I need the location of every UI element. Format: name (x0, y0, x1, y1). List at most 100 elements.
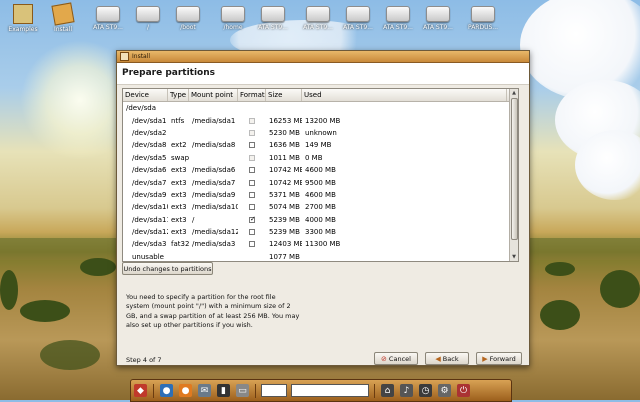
column-header-used[interactable]: Used (302, 89, 507, 101)
cell-used: 0 MB (305, 153, 323, 162)
format-checkbox[interactable] (249, 191, 255, 198)
cell-size: 5239 MB (269, 215, 300, 224)
cell-mount-point: /media/sda7 (192, 178, 236, 187)
cell-type: ext3 (171, 228, 187, 237)
format-checkbox[interactable] (249, 179, 255, 186)
column-header-device[interactable]: Device (123, 89, 168, 101)
hard-drive-icon (471, 6, 495, 22)
format-checkbox[interactable] (249, 216, 256, 223)
terminal-icon[interactable]: ▮ (217, 384, 230, 397)
cell-device: /dev/sda11 (132, 215, 168, 224)
desktop-icon[interactable]: ATA ST9... (415, 4, 461, 31)
table-row[interactable]: /dev/sda (123, 102, 518, 114)
power-icon[interactable]: ⏻ (457, 384, 470, 397)
table-scrollbar[interactable]: ▲ ▼ (509, 89, 518, 261)
format-checkbox[interactable] (249, 142, 255, 149)
back-arrow-icon: ◀ (435, 354, 441, 363)
settings-icon[interactable]: ⚙ (438, 384, 451, 397)
cancel-button[interactable]: ⊘ Cancel (374, 352, 418, 365)
cell-size: 5239 MB (269, 228, 300, 237)
table-row[interactable]: unusable 1077 MB (123, 251, 518, 261)
desktop-icon[interactable]: /boot (165, 4, 211, 31)
scroll-up-arrow-icon[interactable]: ▲ (510, 89, 518, 97)
cancel-label: Cancel (388, 354, 411, 363)
cell-device: /dev/sda9 (132, 190, 167, 199)
desktop-icon[interactable]: ATA ST9... (250, 4, 296, 31)
cloud (575, 130, 640, 200)
table-row[interactable]: /dev/sda8 ext2/media/sda8 1636 MB 149 MB (123, 139, 518, 151)
forward-button[interactable]: ▶ Forward (476, 352, 522, 365)
folder-icon (13, 4, 33, 24)
network-icon[interactable]: ⌂ (381, 384, 394, 397)
cell-mount-point: /media/sda1 (192, 116, 236, 125)
cell-type: ext3 (171, 178, 187, 187)
column-header-size[interactable]: Size (266, 89, 302, 101)
format-checkbox[interactable] (249, 167, 255, 174)
cell-used: unknown (305, 128, 337, 137)
table-body: /dev/sda/dev/sda1 ntfs/media/sda1 16253 MB… (123, 102, 518, 261)
browser-icon[interactable]: ● (160, 384, 173, 397)
undo-changes-label: Undo changes to partitions (123, 264, 212, 273)
cell-type: ntfs (171, 116, 185, 125)
firefox-icon[interactable]: ● (179, 384, 192, 397)
window-titlebar[interactable]: Install (117, 51, 529, 63)
cell-format (238, 216, 266, 224)
window-list-icon[interactable]: ▭ (236, 384, 249, 397)
cell-mount-point: /media/sda3 (192, 240, 236, 249)
back-button[interactable]: ◀ Back (425, 352, 469, 365)
cell-format (238, 179, 266, 187)
cell-device: /dev/sda5 (132, 153, 167, 162)
cell-type: ext2 (171, 141, 187, 150)
cell-used: 11300 MB (305, 240, 341, 249)
column-header-mount-point[interactable]: Mount point (189, 89, 238, 101)
taskbar-window-button[interactable] (291, 384, 369, 397)
forward-label: Forward (489, 354, 516, 363)
format-checkbox[interactable] (249, 204, 255, 211)
table-row[interactable]: /dev/sda1 ntfs/media/sda1 16253 MB 13200 MB (123, 114, 518, 126)
tree (20, 300, 70, 322)
forward-arrow-icon: ▶ (482, 354, 488, 363)
cell-format (238, 154, 266, 162)
column-header-type[interactable]: Type (168, 89, 189, 101)
table-header: Device Type Mount point Format? Size Use… (123, 89, 518, 102)
install-window: Install Prepare partitions Device Type M… (116, 50, 530, 366)
scroll-thumb[interactable] (511, 98, 518, 240)
format-checkbox[interactable] (249, 241, 255, 248)
desktop-icon[interactable]: PARDUS... (460, 4, 506, 31)
table-row[interactable]: /dev/sda5 swap 1011 MB 0 MB (123, 152, 518, 164)
table-row[interactable]: /dev/sda3 fat32/media/sda3 12403 MB 11300 M… (123, 238, 518, 250)
cell-mount-point: /media/sda8 (192, 141, 236, 150)
table-row[interactable]: /dev/sda10 ext3/media/sda10 5074 MB 2700 MB (123, 201, 518, 213)
scroll-down-arrow-icon[interactable]: ▼ (510, 253, 518, 261)
taskbar-window-button[interactable] (261, 384, 287, 397)
table-row[interactable]: /dev/sda9 ext3/media/sda9 5371 MB 4600 MB (123, 189, 518, 201)
cell-used: 4600 MB (305, 166, 336, 175)
desktop-icon-label: Install (53, 26, 73, 33)
cell-used: 4600 MB (305, 190, 336, 199)
step-indicator: Step 4 of 7 (126, 356, 162, 364)
taskbar-separator (153, 383, 154, 398)
back-label: Back (442, 354, 459, 363)
tree (40, 340, 100, 370)
hard-drive-icon (426, 6, 450, 22)
table-row[interactable]: /dev/sda6 ext3/media/sda6 10742 MB 4600 MB (123, 164, 518, 176)
table-row[interactable]: /dev/sda12 ext3/media/sda12 5239 MB 3300 MB (123, 226, 518, 238)
cell-format (238, 129, 266, 137)
clock-icon[interactable]: ◷ (419, 384, 432, 397)
tree (540, 300, 580, 330)
mail-icon[interactable]: ✉ (198, 384, 211, 397)
volume-icon[interactable]: ♪ (400, 384, 413, 397)
menu-icon[interactable]: ◆ (134, 384, 147, 397)
table-row[interactable]: /dev/sda7 ext3/media/sda7 10742 MB 9500 MB (123, 176, 518, 188)
partition-table: Device Type Mount point Format? Size Use… (122, 88, 519, 262)
table-row[interactable]: /dev/sda2 5230 MB unknown (123, 127, 518, 139)
table-row[interactable]: /dev/sda11ext3 / 5239 MB 4000 MB (123, 214, 518, 226)
cell-device: /dev/sda6 (132, 166, 167, 175)
cell-device: /dev/sda (126, 104, 156, 113)
undo-changes-button[interactable]: Undo changes to partitions (122, 262, 213, 275)
hard-drive-icon (176, 6, 200, 22)
column-header-format[interactable]: Format? (238, 89, 266, 101)
desktop-icon[interactable]: Install (40, 2, 86, 33)
cell-size: 5230 MB (269, 128, 300, 137)
format-checkbox[interactable] (249, 229, 255, 236)
